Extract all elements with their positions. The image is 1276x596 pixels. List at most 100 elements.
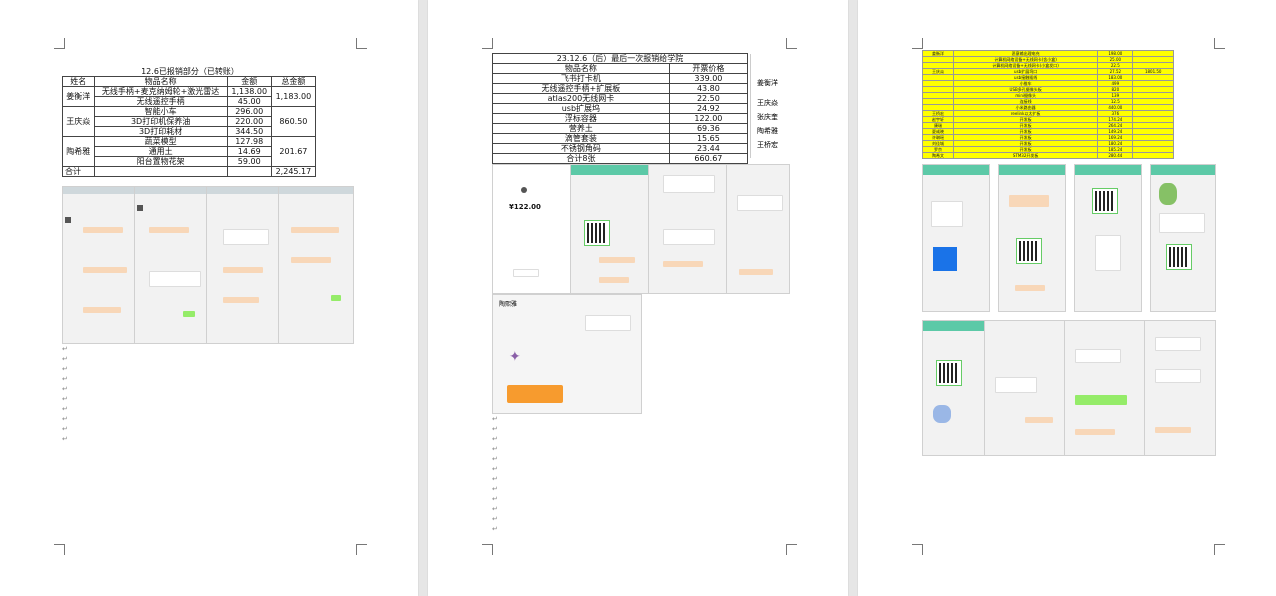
crop-mark xyxy=(1214,544,1225,555)
item-name: 无线手柄+麦克纳姆轮+激光雷达 xyxy=(93,86,228,97)
chat-screenshot: 陶熙雅 ✦ xyxy=(492,294,642,414)
side-name: 张庆奎 xyxy=(757,113,778,121)
item-amount: 22.50 xyxy=(668,93,749,104)
group-total xyxy=(1132,152,1174,159)
crop-mark xyxy=(786,544,797,555)
crop-mark xyxy=(482,544,493,555)
person-name: 王庆焱 xyxy=(62,106,95,137)
sum-total: 2,245.17 xyxy=(270,166,317,177)
chat-screenshot xyxy=(726,164,790,294)
chat-screenshot xyxy=(1074,164,1142,312)
final-reimbursement-table: 23.12.6（后）最后一次报销给学院 物品名称 开票价格 飞书打卡机 339.0… xyxy=(492,53,749,164)
item-amount: 14.69 xyxy=(226,146,272,157)
item-name: 3D打印机保养油 xyxy=(93,116,228,127)
table-row: 陶希文 STM32开发板 280.44 xyxy=(921,152,1174,159)
item-name: 滴管套装 xyxy=(492,133,670,144)
chat-screenshot xyxy=(1150,164,1216,312)
chat-screenshot xyxy=(922,320,986,456)
document-page-3: 姜衡洋 恶意输出理电充 198.00 计算机网络设备+无线网卡(含小盒) 25.00 计算… xyxy=(858,0,1276,596)
sum-total: 660.67 xyxy=(668,153,749,164)
paragraph-marks: ↵ ↵ ↵ ↵ ↵ ↵ ↵ ↵ ↵ ↵ xyxy=(62,345,68,443)
chat-screenshot xyxy=(134,186,208,344)
item-name: 蔬菜模型 xyxy=(93,136,228,147)
col-header: 姓名 xyxy=(62,76,95,87)
document-page-2: 23.12.6（后）最后一次报销给学院 物品名称 开票价格 飞书打卡机 339.0… xyxy=(428,0,848,596)
sum-label: 合计 xyxy=(62,166,95,177)
crop-mark xyxy=(356,544,367,555)
person-name: 陶希雅 xyxy=(62,136,95,167)
col-header: 物品名称 xyxy=(93,76,228,87)
side-name: 姜衡洋 xyxy=(757,79,778,87)
bird-sticker xyxy=(933,405,951,423)
item-amount: 344.50 xyxy=(226,126,272,137)
item-name: STM32开发板 xyxy=(953,152,1099,159)
name-column: 姜衡洋 王庆焱 张庆奎 陶希雅 王桥宏 xyxy=(750,54,789,158)
item-amount: 127.98 xyxy=(226,136,272,147)
item-amount: 296.00 xyxy=(226,106,272,117)
chat-screenshot xyxy=(278,186,354,344)
person-name: 陶希文 xyxy=(921,152,955,159)
item-name: 无线遥控手柄+扩展板 xyxy=(492,83,670,94)
reimbursed-table: 姓名 物品名称 金额 总金额 姜衡洋 无线手柄+麦克纳姆轮+激光雷达 1,138… xyxy=(62,76,317,177)
person-total: 860.50 xyxy=(270,106,317,137)
paragraph-marks: ↵ ↵ ↵ ↵ ↵ ↵ ↵ ↵ ↵ ↵ ↵ ↵ xyxy=(492,415,498,533)
item-amount: 23.44 xyxy=(668,143,749,154)
chat-screenshot xyxy=(922,164,990,312)
item-amount: 122.00 xyxy=(668,113,749,124)
item-name: atlas200无线网卡 xyxy=(492,93,670,104)
person-name: 姜衡洋 xyxy=(62,86,95,107)
item-amount: 59.00 xyxy=(226,156,272,167)
chat-screenshot xyxy=(570,164,650,294)
item-name: 不锈钢角码 xyxy=(492,143,670,154)
item-amount: 15.65 xyxy=(668,133,749,144)
payment-amount: ¥122.00 xyxy=(509,203,541,211)
side-name: 王桥宏 xyxy=(757,141,778,149)
table-caption: 23.12.6（后）最后一次报销给学院 xyxy=(492,53,748,64)
item-name: 无线遥控手柄 xyxy=(93,96,228,107)
crop-mark xyxy=(1214,38,1225,49)
person-total: 201.67 xyxy=(270,136,317,167)
chat-screenshot xyxy=(648,164,728,294)
item-name: 3D打印耗材 xyxy=(93,126,228,137)
side-name: 王庆焱 xyxy=(757,99,778,107)
crop-mark xyxy=(54,38,65,49)
chat-screenshot xyxy=(1064,320,1146,456)
highlighted-table: 姜衡洋 恶意输出理电充 198.00 计算机网络设备+无线网卡(含小盒) 25.00 计算… xyxy=(921,50,1174,159)
item-amount: 43.80 xyxy=(668,83,749,94)
item-amount: 339.00 xyxy=(668,73,749,84)
col-header: 金额 xyxy=(226,76,272,87)
chat-screenshot xyxy=(62,186,136,344)
crop-mark xyxy=(786,38,797,49)
person-total: 1,183.00 xyxy=(270,86,317,107)
crop-mark xyxy=(54,544,65,555)
item-name: 阳台置物花架 xyxy=(93,156,228,167)
col-header: 开票价格 xyxy=(668,63,749,74)
chat-screenshot xyxy=(1144,320,1216,456)
item-amount: 280.44 xyxy=(1097,152,1134,159)
item-amount: 69.36 xyxy=(668,123,749,134)
transfer-card xyxy=(507,385,563,403)
item-amount: 45.00 xyxy=(226,96,272,107)
crop-mark xyxy=(482,38,493,49)
item-amount: 220.00 xyxy=(226,116,272,127)
item-name: 智能小车 xyxy=(93,106,228,117)
frog-sticker xyxy=(1159,183,1177,205)
qr-code xyxy=(933,247,957,271)
sum-label: 合计8张 xyxy=(492,153,670,164)
sticker-icon: ✦ xyxy=(509,349,521,365)
col-header: 总金额 xyxy=(270,76,317,87)
item-name: 飞书打卡机 xyxy=(492,73,670,84)
chat-screenshot xyxy=(984,320,1066,456)
document-page-1: 12.6已报销部分（已转账） 姓名 物品名称 金额 总金额 姜衡洋 无线手柄+麦… xyxy=(0,0,418,596)
chat-screenshot xyxy=(998,164,1066,312)
col-header: 物品名称 xyxy=(492,63,670,74)
side-name: 陶希雅 xyxy=(757,127,778,135)
item-name: 浮标容器 xyxy=(492,113,670,124)
crop-mark xyxy=(912,38,923,49)
payment-screenshot: ¥122.00 xyxy=(492,164,572,294)
item-amount: 24.92 xyxy=(668,103,749,114)
item-name: 营养土 xyxy=(492,123,670,134)
chat-title: 陶熙雅 xyxy=(499,301,518,308)
crop-mark xyxy=(356,38,367,49)
item-name: 通用土 xyxy=(93,146,228,157)
